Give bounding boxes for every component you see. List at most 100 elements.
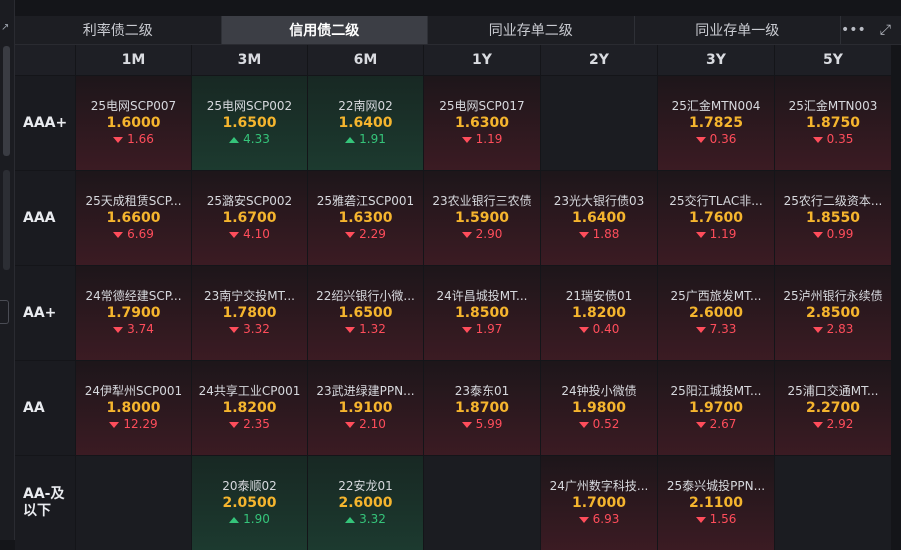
bond-name: 24许昌城投MT... bbox=[436, 289, 528, 303]
bond-change: 2.83 bbox=[812, 322, 853, 337]
bond-cell[interactable]: 23农业银行三农债 1.5900 2.90 bbox=[424, 171, 540, 265]
bond-cell[interactable]: 25阳江城投MT... 1.9700 2.67 bbox=[658, 361, 774, 455]
change-value: 4.33 bbox=[243, 132, 270, 146]
bond-change: 3.32 bbox=[345, 512, 386, 527]
bond-cell[interactable]: 24伊犁州SCP001 1.8000 12.29 bbox=[76, 361, 191, 455]
change-value: 2.90 bbox=[475, 227, 503, 241]
bond-cell[interactable]: 22绍兴银行小微... 1.6500 1.32 bbox=[308, 266, 423, 360]
bond-cell[interactable]: 25电网SCP017 1.6300 1.19 bbox=[424, 76, 540, 170]
bond-cell[interactable]: 24许昌城投MT... 1.8500 1.97 bbox=[424, 266, 540, 360]
bond-cell[interactable]: 24广州数字科技... 1.7000 6.93 bbox=[541, 456, 657, 550]
triangle-down-icon bbox=[461, 136, 472, 143]
bond-cell[interactable]: 25汇金MTN003 1.8750 0.35 bbox=[775, 76, 891, 170]
column-header-1y[interactable]: 1Y bbox=[424, 45, 540, 75]
bond-cell[interactable]: 22南网02 1.6400 1.91 bbox=[308, 76, 423, 170]
column-header-5y[interactable]: 5Y bbox=[775, 45, 891, 75]
bond-cell[interactable]: 25电网SCP002 1.6500 4.33 bbox=[192, 76, 307, 170]
bond-name: 24广州数字科技... bbox=[549, 479, 649, 493]
column-header-3m[interactable]: 3M bbox=[192, 45, 307, 75]
bond-cell[interactable]: 20泰顺02 2.0500 1.90 bbox=[192, 456, 307, 550]
bond-cell[interactable]: 25泰兴城投PPN... 2.1100 1.56 bbox=[658, 456, 774, 550]
triangle-down-icon bbox=[461, 421, 472, 428]
bond-cell[interactable]: 23南宁交投MT... 1.7800 3.32 bbox=[192, 266, 307, 360]
yield-matrix: 1M 3M 6M 1Y 2Y 3Y 5Y AAA+ 25电网SCP007 1.6000 1.66 2… bbox=[15, 45, 893, 550]
bond-cell[interactable]: 23光大银行债03 1.6400 1.88 bbox=[541, 171, 657, 265]
change-value: 1.19 bbox=[475, 132, 503, 146]
bond-change: 2.10 bbox=[345, 417, 386, 432]
panel-handle[interactable] bbox=[0, 300, 9, 324]
bond-yield: 1.7800 bbox=[222, 305, 277, 321]
change-value: 3.74 bbox=[127, 322, 154, 336]
bond-change: 0.52 bbox=[578, 417, 620, 432]
bond-name: 24共享工业CP001 bbox=[198, 384, 301, 398]
tab-ncd-primary[interactable]: 同业存单一级 bbox=[635, 16, 841, 44]
bond-name: 25汇金MTN004 bbox=[671, 99, 761, 113]
tab-rate-bond-secondary[interactable]: 利率债二级 bbox=[15, 16, 222, 44]
triangle-down-icon bbox=[695, 421, 706, 428]
bond-change: 1.66 bbox=[113, 132, 154, 147]
bond-change: 1.91 bbox=[345, 132, 386, 147]
bond-cell[interactable]: 23泰东01 1.8700 5.99 bbox=[424, 361, 540, 455]
corner-arrow-icon[interactable]: ↗ bbox=[1, 22, 9, 33]
column-header-3y[interactable]: 3Y bbox=[658, 45, 774, 75]
change-value: 3.32 bbox=[359, 512, 386, 526]
bond-yield: 1.7825 bbox=[688, 115, 744, 131]
bond-cell[interactable]: 25潞安SCP002 1.6700 4.10 bbox=[192, 171, 307, 265]
bond-change: 3.74 bbox=[113, 322, 154, 337]
bond-cell[interactable]: 25电网SCP007 1.6000 1.66 bbox=[76, 76, 191, 170]
triangle-down-icon bbox=[345, 421, 356, 428]
bond-change: 5.99 bbox=[461, 417, 502, 432]
change-value: 3.32 bbox=[243, 322, 270, 336]
bond-yield: 2.2700 bbox=[805, 400, 861, 416]
column-header-2y[interactable]: 2Y bbox=[541, 45, 657, 75]
bond-yield: 1.6400 bbox=[571, 210, 627, 226]
triangle-down-icon bbox=[812, 421, 823, 428]
bond-cell[interactable]: 25泸州银行永续债 2.8500 2.83 bbox=[775, 266, 891, 360]
bond-name: 21瑞安债01 bbox=[565, 289, 633, 303]
change-value: 0.52 bbox=[592, 417, 620, 431]
triangle-down-icon bbox=[578, 326, 589, 333]
bond-change: 1.32 bbox=[345, 322, 386, 337]
column-header-6m[interactable]: 6M bbox=[308, 45, 423, 75]
tenor-header-row: 1M 3M 6M 1Y 2Y 3Y 5Y bbox=[15, 45, 893, 75]
scrollbar-thumb[interactable] bbox=[3, 46, 10, 156]
change-value: 2.10 bbox=[359, 417, 386, 431]
column-header-1m[interactable]: 1M bbox=[76, 45, 191, 75]
triangle-up-icon bbox=[345, 136, 356, 143]
bond-cell[interactable]: 24钟投小微债 1.9800 0.52 bbox=[541, 361, 657, 455]
bond-change: 2.67 bbox=[695, 417, 736, 432]
expand-icon[interactable]: ⤢ bbox=[880, 23, 891, 37]
tab-credit-bond-secondary[interactable]: 信用债二级 bbox=[221, 16, 428, 44]
bond-cell[interactable]: 25浦口交通MT... 2.2700 2.92 bbox=[775, 361, 891, 455]
bond-cell[interactable]: 25雅砻江SCP001 1.6300 2.29 bbox=[308, 171, 423, 265]
bond-cell[interactable]: 22安龙01 2.6000 3.32 bbox=[308, 456, 423, 550]
bond-cell[interactable]: 25农行二级资本... 1.8550 0.99 bbox=[775, 171, 891, 265]
bond-cell[interactable]: 24常德经建SCP... 1.7900 3.74 bbox=[76, 266, 191, 360]
bond-name: 25泰兴城投PPN... bbox=[666, 479, 766, 493]
bond-change: 2.92 bbox=[812, 417, 853, 432]
triangle-down-icon bbox=[113, 136, 124, 143]
bond-name: 25交行TLAC非... bbox=[669, 194, 763, 208]
bond-yield: 2.0500 bbox=[222, 495, 277, 511]
empty-cell bbox=[541, 76, 657, 170]
triangle-down-icon bbox=[229, 421, 240, 428]
more-icon[interactable]: ••• bbox=[841, 23, 866, 37]
bond-cell[interactable]: 24共享工业CP001 1.8200 2.35 bbox=[192, 361, 307, 455]
empty-cell bbox=[76, 456, 191, 550]
bond-yield: 1.8550 bbox=[805, 210, 861, 226]
change-value: 2.29 bbox=[359, 227, 386, 241]
bond-name: 22南网02 bbox=[338, 99, 393, 113]
bond-cell[interactable]: 25广西旅发MT... 2.6000 7.33 bbox=[658, 266, 774, 360]
change-value: 0.99 bbox=[826, 227, 854, 241]
bond-cell[interactable]: 25交行TLAC非... 1.7600 1.19 bbox=[658, 171, 774, 265]
scrollbar-track[interactable] bbox=[3, 170, 10, 270]
change-value: 0.36 bbox=[709, 132, 737, 146]
bond-cell[interactable]: 21瑞安债01 1.8200 0.40 bbox=[541, 266, 657, 360]
bond-name: 25电网SCP002 bbox=[206, 99, 293, 113]
row-label: AA+ bbox=[15, 266, 75, 360]
bond-cell[interactable]: 25汇金MTN004 1.7825 0.36 bbox=[658, 76, 774, 170]
bond-cell[interactable]: 25天成租赁SCP... 1.6600 6.69 bbox=[76, 171, 191, 265]
tab-ncd-secondary[interactable]: 同业存单二级 bbox=[428, 16, 635, 44]
bond-cell[interactable]: 23武进绿建PPN... 1.9100 2.10 bbox=[308, 361, 423, 455]
triangle-down-icon bbox=[578, 231, 589, 238]
